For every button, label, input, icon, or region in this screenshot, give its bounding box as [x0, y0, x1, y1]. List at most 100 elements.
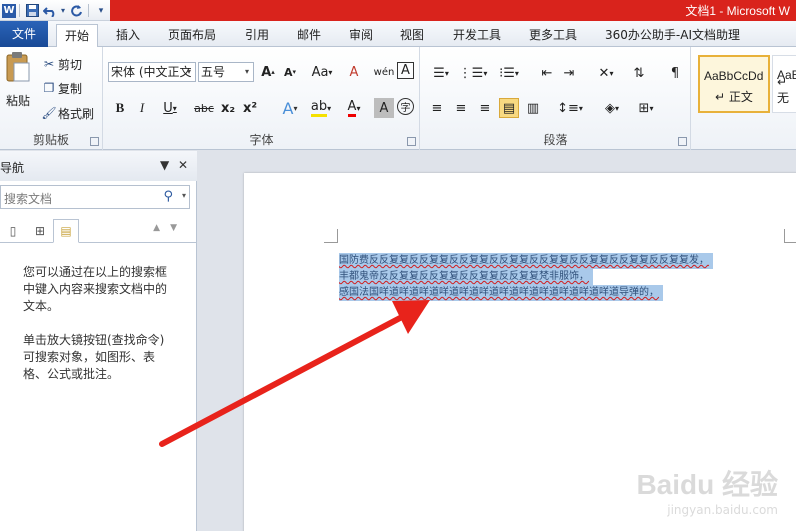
style-normal-name: ↵ 正文	[715, 90, 753, 104]
format-painter-button[interactable]: 🖌 格式刷	[40, 104, 94, 122]
tab-file[interactable]: 文件	[0, 21, 48, 47]
baidu-watermark: Baidu 经验 jingyan.baidu.com	[636, 463, 778, 517]
superscript-button[interactable]: x²	[240, 98, 260, 118]
font-dialog-launcher[interactable]	[407, 137, 416, 146]
font-color-button[interactable]: A ▾	[340, 98, 368, 118]
increase-indent-button[interactable]: ⇥	[559, 63, 579, 83]
tab-360-assistant[interactable]: 360办公助手-AI文档助理	[597, 24, 748, 47]
redo-icon[interactable]	[67, 2, 85, 19]
strikethrough-button[interactable]: abc	[192, 98, 216, 118]
pane-options-icon[interactable]: ▼	[160, 158, 169, 172]
show-marks-button[interactable]: ¶	[665, 63, 685, 83]
undo-dropdown-icon[interactable]: ▾	[59, 2, 67, 19]
word-app-icon[interactable]: W	[2, 3, 16, 18]
bold-icon: B	[115, 100, 125, 115]
tab-developer[interactable]: 开发工具	[445, 24, 509, 47]
undo-icon[interactable]	[41, 2, 59, 19]
chevron-down-icon[interactable]: ▾	[182, 191, 186, 200]
justify-button[interactable]: ▤	[499, 98, 519, 118]
italic-button[interactable]: I	[132, 98, 152, 118]
tab-references[interactable]: 引用	[237, 24, 277, 47]
qat-separator	[88, 4, 89, 17]
chinese-layout-button[interactable]: ✕ ▾	[591, 63, 621, 83]
tab-review[interactable]: 审阅	[341, 24, 381, 47]
change-case-button[interactable]: Aa ▾	[308, 62, 336, 82]
close-icon[interactable]: ✕	[178, 158, 188, 172]
font-name-combo[interactable]: 宋体 (中文正文 ▾	[108, 62, 196, 82]
grow-font-button[interactable]: A ▴	[258, 62, 278, 82]
watermark-logo-text: Baidu 经验	[636, 469, 778, 500]
highlight-button[interactable]: ab ▾	[306, 98, 336, 118]
document-line-1[interactable]: 国防费反反复复反反复复反反复复反反复复反反复复反反复复反反复复反反复复发，	[339, 253, 713, 269]
document-line-2[interactable]: 丰都鬼帝反反复复反反复复反反复复反反复复梵非服饰，	[339, 269, 593, 285]
tab-more-tools[interactable]: 更多工具	[521, 24, 585, 47]
align-right-button[interactable]: ≡	[475, 98, 495, 118]
search-icon[interactable]: ⚲	[163, 189, 173, 204]
superscript-icon: x²	[242, 100, 258, 116]
decrease-indent-button[interactable]: ⇤	[537, 63, 557, 83]
headings-view-tab[interactable]: ▯	[0, 219, 26, 242]
styles-group: AaBbCcDd ↵ 正文 AaBb ↵ 无	[692, 47, 796, 150]
qat-separator	[19, 4, 20, 17]
multilevel-list-button[interactable]: ⁝☰ ▾	[495, 63, 523, 83]
cut-button[interactable]: ✂ 剪切	[40, 55, 82, 73]
distributed-icon: ▥	[526, 100, 540, 116]
paragraph-group: ☰ ▾ ⋮☰ ▾ ⁝☰ ▾ ⇤ ⇥ ✕ ▾ ⇅ ¶ ≡ ≡ ≡ ▤ ▥ ↕≡ ▾ ◈ ▾ ⊞…	[421, 47, 691, 150]
enclose-characters-icon: 字	[400, 103, 411, 114]
navigation-pane-title: 导航	[0, 161, 25, 175]
document-area: 国防费反反复复反反复复反反复复反反复复反反复复反反复复反反复复反反复复发， 丰都…	[198, 151, 796, 531]
pages-view-tab[interactable]: ⊞	[27, 219, 53, 242]
save-icon[interactable]	[23, 2, 41, 19]
tab-home[interactable]: 开始	[56, 24, 99, 48]
results-list-icon: ▤	[60, 224, 72, 238]
enclose-characters-button[interactable]: 字	[397, 98, 414, 115]
text-effects-button[interactable]: A ▾	[276, 98, 304, 118]
chinese-layout-icon: ✕	[598, 65, 610, 81]
multilevel-list-icon: ⁝☰	[499, 65, 515, 81]
tab-mailings[interactable]: 邮件	[289, 24, 329, 47]
customize-qat-icon[interactable]: ▾	[92, 2, 110, 19]
phonetic-guide-button[interactable]: wén	[373, 62, 395, 82]
paste-label: 粘贴	[5, 94, 30, 108]
style-normal[interactable]: AaBbCcDd ↵ 正文	[698, 55, 770, 113]
sort-button[interactable]: ⇅	[629, 63, 649, 83]
underline-button[interactable]: U ▾	[156, 98, 184, 118]
document-line-3[interactable]: 感国法国咩道咩道咩道咩道咩道咩道咩道咩道咩道咩道咩道咩道导弹的，	[339, 285, 663, 301]
shrink-font-button[interactable]: A ▾	[280, 62, 300, 82]
previous-next-result-icons[interactable]: ▲▼	[153, 223, 187, 233]
tab-page-layout[interactable]: 页面布局	[160, 24, 224, 47]
justify-icon: ▤	[502, 100, 516, 116]
align-left-button[interactable]: ≡	[427, 98, 447, 118]
subscript-button[interactable]: x₂	[218, 98, 238, 118]
align-center-button[interactable]: ≡	[451, 98, 471, 118]
tab-insert[interactable]: 插入	[108, 24, 148, 47]
format-painter-label: 格式刷	[58, 106, 95, 121]
phonetic-guide-icon: wén	[373, 66, 395, 78]
bold-button[interactable]: B	[110, 98, 130, 118]
align-left-icon: ≡	[431, 100, 443, 116]
clear-formatting-button[interactable]: A	[344, 62, 364, 82]
align-center-icon: ≡	[455, 100, 467, 116]
copy-button[interactable]: ❐ 复制	[40, 79, 82, 97]
font-size-combo[interactable]: 五号 ▾	[198, 62, 254, 82]
borders-button[interactable]: ⊞ ▾	[631, 98, 661, 118]
style-no-spacing[interactable]: AaBb ↵ 无	[772, 55, 796, 113]
paste-button[interactable]: 粘贴	[3, 51, 33, 113]
tab-view[interactable]: 视图	[392, 24, 432, 47]
search-document-field[interactable]: 搜索文档 ⚲ ▾	[0, 185, 190, 209]
results-view-tab[interactable]: ▤	[53, 219, 79, 243]
distributed-button[interactable]: ▥	[523, 98, 543, 118]
font-name-value: 宋体 (中文正文	[111, 65, 192, 79]
character-shading-button[interactable]: A	[374, 98, 394, 118]
line-spacing-button[interactable]: ↕≡ ▾	[555, 98, 585, 118]
numbering-button[interactable]: ⋮☰ ▾	[459, 63, 488, 83]
clipboard-group-label: 剪贴板	[32, 133, 69, 147]
bullets-button[interactable]: ☰ ▾	[427, 63, 455, 83]
clipboard-dialog-launcher[interactable]	[90, 137, 99, 146]
quick-access-toolbar: W ▾ ▾	[0, 2, 110, 19]
paragraph-dialog-launcher[interactable]	[678, 137, 687, 146]
navigation-help-text-1: 您可以通过在以上的搜索框中键入内容来搜索文档中的文本。	[23, 265, 168, 313]
shading-button[interactable]: ◈ ▾	[597, 98, 627, 118]
character-border-icon: A	[401, 63, 410, 78]
character-border-button[interactable]: A	[397, 62, 414, 79]
